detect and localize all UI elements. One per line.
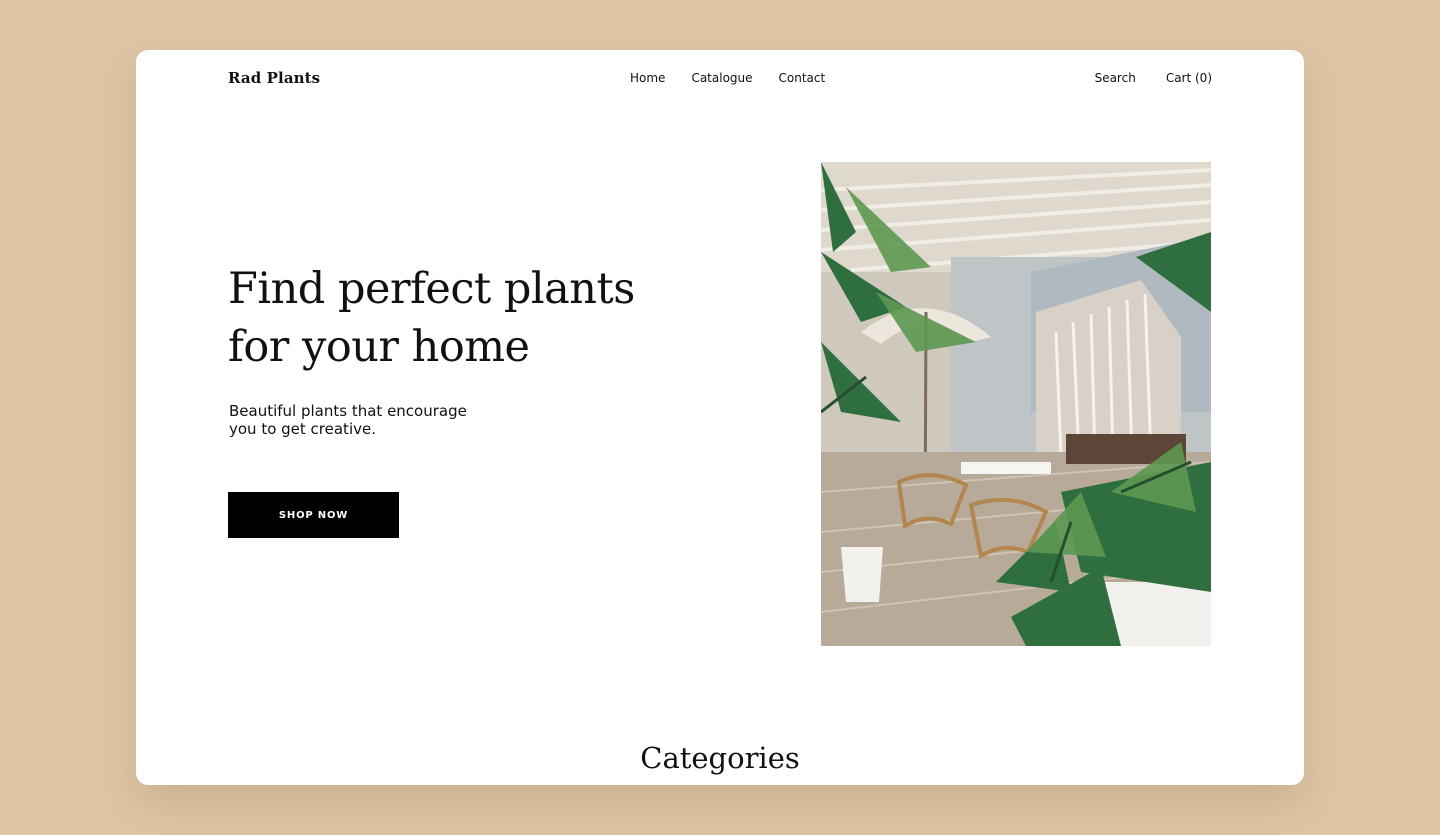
search-link[interactable]: Search [1095,71,1136,85]
brand-logo[interactable]: Rad Plants [228,69,320,87]
nav-catalogue[interactable]: Catalogue [691,71,752,85]
shop-now-button[interactable]: SHOP NOW [228,492,399,538]
hero-title-line-2: for your home [228,322,530,372]
patio-plants-illustration [821,162,1211,646]
nav-home[interactable]: Home [630,71,665,85]
hero-title: Find perfect plants for your home [228,260,688,376]
categories-heading: Categories [640,741,800,775]
hero-subtitle-line-2: you to get creative. [229,420,376,438]
main-nav: Home Catalogue Contact [630,71,825,85]
page-card: Rad Plants Home Catalogue Contact Search… [136,50,1304,785]
hero-title-line-1: Find perfect plants [228,264,635,314]
nav-contact[interactable]: Contact [779,71,826,85]
cart-link[interactable]: Cart (0) [1166,71,1212,85]
hero-subtitle-line-1: Beautiful plants that encourage [229,402,467,420]
hero-subtitle: Beautiful plants that encourage you to g… [229,402,499,438]
patio-plants-photo [821,162,1211,646]
utility-nav: Search Cart (0) [1095,71,1212,85]
